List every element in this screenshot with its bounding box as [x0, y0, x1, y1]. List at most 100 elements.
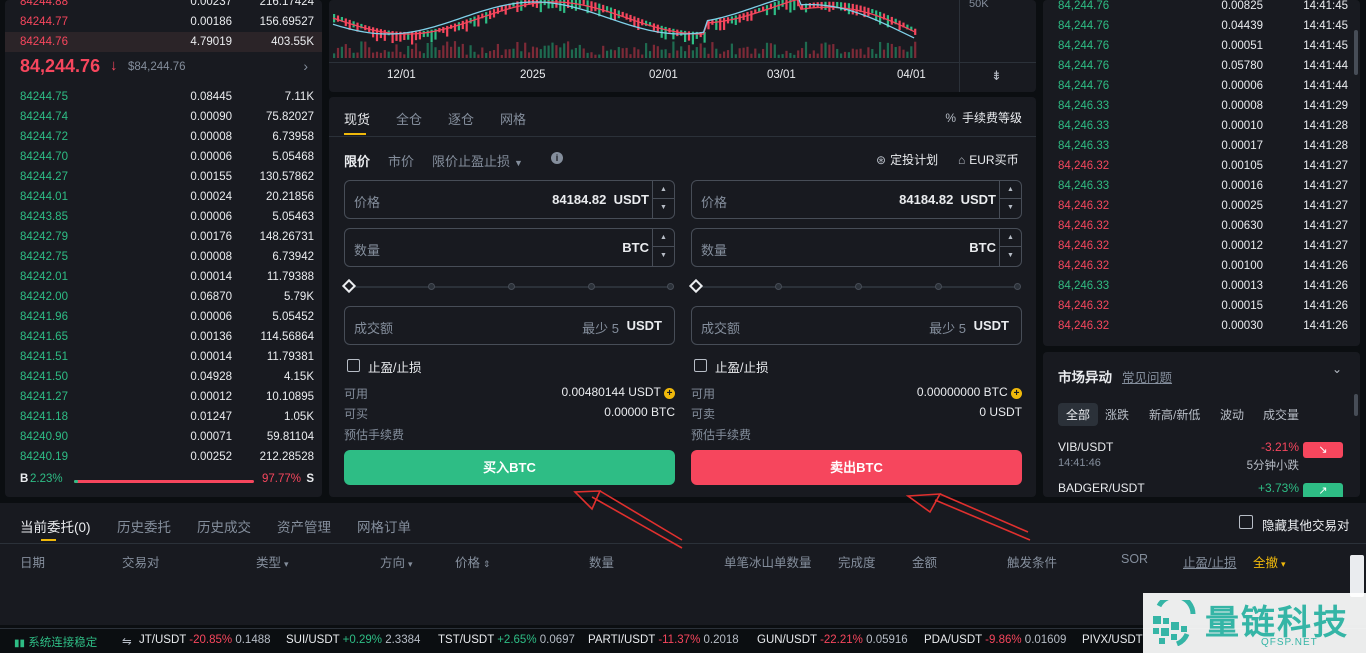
- ticker-item[interactable]: JT/USDT -20.85% 0.1488: [139, 634, 271, 646]
- info-icon[interactable]: i: [551, 152, 563, 164]
- bid-row[interactable]: 84241.18 0.01247 1.05K: [20, 407, 314, 427]
- orders-tab[interactable]: 当前委托(0): [20, 516, 91, 536]
- ticker-item[interactable]: PIVX/USDT: [1082, 634, 1143, 646]
- orders-tab[interactable]: 历史成交: [197, 516, 251, 536]
- bid-row[interactable]: 84241.51 0.00014 11.79381: [20, 347, 314, 367]
- decrement-icon[interactable]: ▼: [653, 199, 674, 217]
- mover-tab[interactable]: 涨跌: [1097, 403, 1137, 426]
- ask-row[interactable]: 84244.88 0.00237 216.17424: [20, 0, 314, 12]
- tab-spot[interactable]: 现货: [344, 109, 370, 128]
- mover-tab[interactable]: 成交量: [1255, 403, 1307, 426]
- mover-pair[interactable]: VIB/USDT: [1058, 440, 1113, 454]
- buy-total-field[interactable]: 成交额 最少 5 USDT: [344, 306, 675, 345]
- dca-plan-link[interactable]: ⊛ 定投计划: [876, 151, 938, 168]
- eur-buy-link[interactable]: ⌂ EUR买币: [958, 151, 1019, 168]
- sell-price-field[interactable]: 价格 84184.82 USDT ▲ ▼: [691, 180, 1022, 219]
- mover-pair[interactable]: BADGER/USDT: [1058, 481, 1145, 495]
- orders-tab[interactable]: 网格订单: [357, 516, 411, 536]
- orders-tab[interactable]: 历史委托: [117, 516, 171, 536]
- chart-settings-icon[interactable]: ⇟: [991, 68, 1002, 84]
- ticker-item[interactable]: PARTI/USDT -11.37% 0.2018: [588, 634, 739, 646]
- bid-row[interactable]: 84240.90 0.00071 59.81104: [20, 427, 314, 447]
- order-type-limit[interactable]: 限价: [344, 151, 370, 170]
- ticker-item[interactable]: SUI/USDT +0.29% 2.3384: [286, 634, 420, 646]
- faq-link[interactable]: 常见问题: [1122, 367, 1172, 386]
- bid-row[interactable]: 84241.27 0.00012 10.10895: [20, 387, 314, 407]
- sell-tpsl-checkbox[interactable]: [694, 359, 707, 372]
- tab-grid[interactable]: 网格: [500, 109, 526, 128]
- bid-row[interactable]: 84243.85 0.00006 5.05463: [20, 207, 314, 227]
- tab-isolated[interactable]: 逐仓: [448, 109, 474, 128]
- mover-tab[interactable]: 新高/新低: [1141, 403, 1208, 426]
- sell-quantity-field[interactable]: 数量 BTC ▲ ▼: [691, 228, 1022, 267]
- ask-row[interactable]: 84244.77 0.00186 156.69527: [20, 12, 314, 32]
- price-chart[interactable]: 50K 12/01 2025 02/01 03/01 04/01 ⇟: [329, 0, 1036, 92]
- column-header[interactable]: 方向 ▾: [380, 552, 413, 571]
- bid-row[interactable]: 84244.74 0.00090 75.82027: [20, 107, 314, 127]
- trend-up-icon[interactable]: ↗: [1303, 483, 1343, 497]
- sell-total-field[interactable]: 成交额 最少 5 USDT: [691, 306, 1022, 345]
- bid-total: 11.79381: [266, 351, 314, 363]
- increment-icon[interactable]: ▲: [653, 229, 674, 247]
- bid-row[interactable]: 84242.01 0.00014 11.79388: [20, 267, 314, 287]
- bid-row[interactable]: 84242.75 0.00008 6.73942: [20, 247, 314, 267]
- slider-handle[interactable]: [341, 278, 357, 294]
- bid-row[interactable]: 84240.19 0.00252 212.28528: [20, 447, 314, 467]
- price-stepper[interactable]: ▲ ▼: [652, 181, 674, 218]
- bid-row[interactable]: 84244.72 0.00008 6.73958: [20, 127, 314, 147]
- column-header[interactable]: 价格 ⇕: [455, 552, 491, 571]
- slider-handle[interactable]: [688, 278, 704, 294]
- hide-others-checkbox[interactable]: [1239, 515, 1253, 529]
- bid-row[interactable]: 84244.01 0.00024 20.21856: [20, 187, 314, 207]
- sell-button[interactable]: 卖出BTC: [691, 450, 1022, 485]
- bid-row[interactable]: 84241.65 0.00136 114.56864: [20, 327, 314, 347]
- quantity-stepper[interactable]: ▲ ▼: [999, 229, 1021, 266]
- order-type-stop-limit[interactable]: 限价止盈止损 ▼: [432, 151, 523, 170]
- buy-tpsl-checkbox[interactable]: [347, 359, 360, 372]
- ticker-item[interactable]: PDA/USDT -9.86% 0.01609: [924, 634, 1066, 646]
- decrement-icon[interactable]: ▼: [1000, 247, 1021, 265]
- bid-row[interactable]: 84242.79 0.00176 148.26731: [20, 227, 314, 247]
- column-header[interactable]: 全撤 ▾: [1253, 552, 1286, 571]
- scrollbar[interactable]: [1354, 30, 1358, 75]
- mover-tab[interactable]: 波动: [1212, 403, 1252, 426]
- increment-icon[interactable]: ▲: [1000, 181, 1021, 199]
- scrollbar[interactable]: [1354, 394, 1358, 416]
- bid-total: 7.11K: [284, 91, 314, 103]
- decrement-icon[interactable]: ▼: [1000, 199, 1021, 217]
- quantity-stepper[interactable]: ▲ ▼: [652, 229, 674, 266]
- last-price-row[interactable]: 84,244.76 ↓ $84,244.76 ›: [20, 56, 314, 80]
- buy-button[interactable]: 买入BTC: [344, 450, 675, 485]
- fee-level-link[interactable]: % 手续费等级: [945, 109, 1022, 126]
- bid-row[interactable]: 84244.27 0.00155 130.57862: [20, 167, 314, 187]
- tab-cross[interactable]: 全仓: [396, 109, 422, 128]
- ticker-toggle-icon[interactable]: ⇋: [122, 634, 132, 648]
- bid-row[interactable]: 84242.00 0.06870 5.79K: [20, 287, 314, 307]
- mover-tab[interactable]: 全部: [1058, 403, 1099, 426]
- feedback-tab[interactable]: [1350, 555, 1364, 597]
- column-header[interactable]: 类型 ▾: [256, 552, 289, 571]
- column-header[interactable]: 止盈/止损: [1183, 552, 1236, 571]
- order-type-market[interactable]: 市价: [388, 151, 414, 170]
- plus-circle-icon[interactable]: +: [664, 388, 675, 399]
- bid-row[interactable]: 84241.50 0.04928 4.15K: [20, 367, 314, 387]
- increment-icon[interactable]: ▲: [1000, 229, 1021, 247]
- collapse-icon[interactable]: ⌄: [1332, 362, 1342, 376]
- ask-row[interactable]: 84244.76 4.79019 403.55K: [5, 32, 322, 52]
- chevron-right-icon[interactable]: ›: [303, 58, 308, 74]
- buy-percent-slider[interactable]: [341, 278, 675, 294]
- increment-icon[interactable]: ▲: [653, 181, 674, 199]
- buy-quantity-field[interactable]: 数量 BTC ▲ ▼: [344, 228, 675, 267]
- ticker-item[interactable]: TST/USDT +2.65% 0.0697: [438, 634, 575, 646]
- bid-row[interactable]: 84244.70 0.00006 5.05468: [20, 147, 314, 167]
- bid-row[interactable]: 84241.96 0.00006 5.05452: [20, 307, 314, 327]
- buy-price-field[interactable]: 价格 84184.82 USDT ▲ ▼: [344, 180, 675, 219]
- ticker-item[interactable]: GUN/USDT -22.21% 0.05916: [757, 634, 908, 646]
- decrement-icon[interactable]: ▼: [653, 247, 674, 265]
- bid-row[interactable]: 84244.75 0.08445 7.11K: [20, 87, 314, 107]
- trend-down-icon[interactable]: ↘: [1303, 442, 1343, 458]
- sell-percent-slider[interactable]: [688, 278, 1022, 294]
- price-stepper[interactable]: ▲ ▼: [999, 181, 1021, 218]
- orders-tab[interactable]: 资产管理: [277, 516, 331, 536]
- plus-circle-icon[interactable]: +: [1011, 388, 1022, 399]
